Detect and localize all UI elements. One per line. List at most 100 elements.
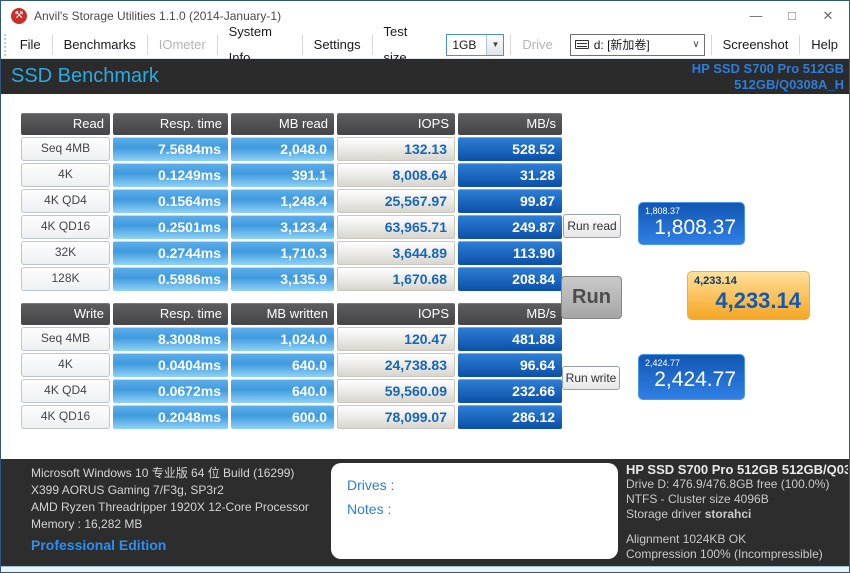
test-size-select[interactable]: 1GB ▼ (446, 33, 505, 56)
system-info-block: Microsoft Windows 10 专业版 64 位 Build (162… (31, 465, 309, 533)
read-row-label[interactable]: 128K (21, 267, 110, 291)
read-iops-cell: 132.13 (337, 137, 455, 161)
device-line1: HP SSD S700 Pro 512GB (691, 61, 844, 76)
read-mbs-cell: 208.84 (458, 267, 562, 291)
read-row-label[interactable]: 32K (21, 241, 110, 265)
write-iops-cell: 59,560.09 (337, 379, 455, 403)
read-mbs-cell: 31.28 (458, 163, 562, 187)
read-row-label[interactable]: 4K QD4 (21, 189, 110, 213)
alignment-line: Alignment 1024KB OK (626, 532, 747, 546)
menu-iometer: IOmeter (158, 36, 206, 52)
write-score-box: 2,424.77 2,424.77 (638, 354, 745, 400)
menu-help[interactable]: Help (800, 32, 849, 58)
bottom-panel: Microsoft Windows 10 专业版 64 位 Build (162… (1, 459, 849, 566)
write-resp-cell: 0.0404ms (113, 353, 228, 377)
write-row-label[interactable]: Seq 4MB (21, 327, 110, 351)
total-score-small: 4,233.14 (694, 275, 737, 287)
edition-label: Professional Edition (31, 537, 167, 553)
compression-line: Compression 100% (Incompressible) (626, 547, 823, 561)
storage-driver-line: Storage driver storahci (626, 507, 848, 522)
drive-model: HP SSD S700 Pro 512GB 512GB/Q0308A (626, 462, 848, 477)
memory-line: Memory : 16,282 MB (31, 517, 143, 531)
drive-capacity: Drive D: 476.9/476.8GB free (100.0%) (626, 477, 830, 491)
read-mb-cell: 1,248.4 (231, 189, 334, 213)
write-mb-cell: 1,024.0 (231, 327, 334, 351)
read-iops-cell: 63,965.71 (337, 215, 455, 239)
read-score-box: 1,808.37 1,808.37 (638, 202, 745, 245)
write-mb-cell: 640.0 (231, 379, 334, 403)
dropdown-arrow-icon[interactable]: ▼ (486, 34, 504, 55)
write-iops-cell: 78,099.07 (337, 405, 455, 429)
device-name: HP SSD S700 Pro 512GB 512GB/Q0308A_H (692, 61, 844, 93)
read-row-label[interactable]: Seq 4MB (21, 137, 110, 161)
read-resp-cell: 0.2501ms (113, 215, 228, 239)
storage-driver-label: Storage driver (626, 507, 705, 521)
read-resp-cell: 0.5986ms (113, 267, 228, 291)
read-row-label[interactable]: 4K (21, 163, 110, 187)
read-header-label: Read (21, 113, 110, 135)
read-mbs-cell: 113.90 (458, 241, 562, 265)
write-mbs-cell: 481.88 (458, 327, 562, 351)
write-mbs-cell: 232.66 (458, 379, 562, 403)
write-header-mb: MB written (231, 303, 334, 325)
run-button[interactable]: Run (561, 276, 622, 319)
maximize-button[interactable]: □ (775, 1, 809, 31)
write-score-large: 2,424.77 (654, 368, 736, 391)
read-iops-cell: 3,644.89 (337, 241, 455, 265)
write-row-label[interactable]: 4K QD4 (21, 379, 110, 403)
read-iops-cell: 25,567.97 (337, 189, 455, 213)
read-mb-cell: 1,710.3 (231, 241, 334, 265)
cpu-line: AMD Ryzen Threadripper 1920X 12-Core Pro… (31, 500, 309, 514)
menu-benchmarks[interactable]: Benchmarks (53, 32, 147, 58)
write-row-label[interactable]: 4K QD16 (21, 405, 110, 429)
run-write-button[interactable]: Run write (562, 366, 620, 390)
menu-bar: File Benchmarks IOmeter System Info Sett… (1, 24, 849, 65)
drives-label: Drives : (347, 477, 395, 493)
notes-label: Notes : (347, 501, 392, 517)
menu-file[interactable]: File (9, 32, 52, 58)
write-iops-cell: 120.47 (337, 327, 455, 351)
minimize-button[interactable]: — (739, 1, 773, 31)
device-line2: 512GB/Q0308A_H (734, 77, 844, 92)
write-header-mbs: MB/s (458, 303, 562, 325)
run-read-button[interactable]: Run read (563, 214, 621, 238)
write-header-resp: Resp. time (113, 303, 228, 325)
write-header-iops: IOPS (337, 303, 455, 325)
write-resp-cell: 8.3008ms (113, 327, 228, 351)
write-mb-cell: 600.0 (231, 405, 334, 429)
read-mbs-cell: 99.87 (458, 189, 562, 213)
read-mbs-cell: 249.87 (458, 215, 562, 239)
read-score-small: 1,808.37 (645, 206, 681, 216)
read-table: Read Resp. time MB read IOPS MB/s Seq 4M… (21, 113, 562, 291)
page-title: SSD Benchmark (11, 65, 159, 87)
drive-select[interactable]: d: [新加卷] ∨ (569, 33, 705, 56)
write-row-label[interactable]: 4K (21, 353, 110, 377)
app-window: ⚒ Anvil's Storage Utilities 1.1.0 (2014-… (0, 0, 850, 573)
write-resp-cell: 0.2048ms (113, 405, 228, 429)
read-score-large: 1,808.37 (654, 216, 736, 239)
read-mb-cell: 3,135.9 (231, 267, 334, 291)
read-row-label[interactable]: 4K QD16 (21, 215, 110, 239)
read-iops-cell: 8,008.64 (337, 163, 455, 187)
menu-settings[interactable]: Settings (303, 32, 372, 58)
write-table: Write Resp. time MB written IOPS MB/s Se… (21, 303, 562, 429)
read-resp-cell: 0.1564ms (113, 189, 228, 213)
read-mb-cell: 391.1 (231, 163, 334, 187)
menu-screenshot[interactable]: Screenshot (712, 32, 800, 58)
read-header-iops: IOPS (337, 113, 455, 135)
window-bottom-border (1, 566, 849, 572)
write-header-label: Write (21, 303, 110, 325)
os-line: Microsoft Windows 10 专业版 64 位 Build (162… (31, 466, 295, 480)
write-resp-cell: 0.0672ms (113, 379, 228, 403)
write-mbs-cell: 96.64 (458, 353, 562, 377)
test-size-value: 1GB (452, 37, 477, 52)
write-mbs-cell: 286.12 (458, 405, 562, 429)
disk-icon (574, 40, 589, 49)
read-resp-cell: 0.2744ms (113, 241, 228, 265)
read-mb-cell: 2,048.0 (231, 137, 334, 161)
drives-notes-box[interactable]: Drives : Notes : (331, 463, 618, 559)
read-iops-cell: 1,670.68 (337, 267, 455, 291)
read-mbs-cell: 528.52 (458, 137, 562, 161)
close-button[interactable]: ✕ (811, 1, 845, 31)
